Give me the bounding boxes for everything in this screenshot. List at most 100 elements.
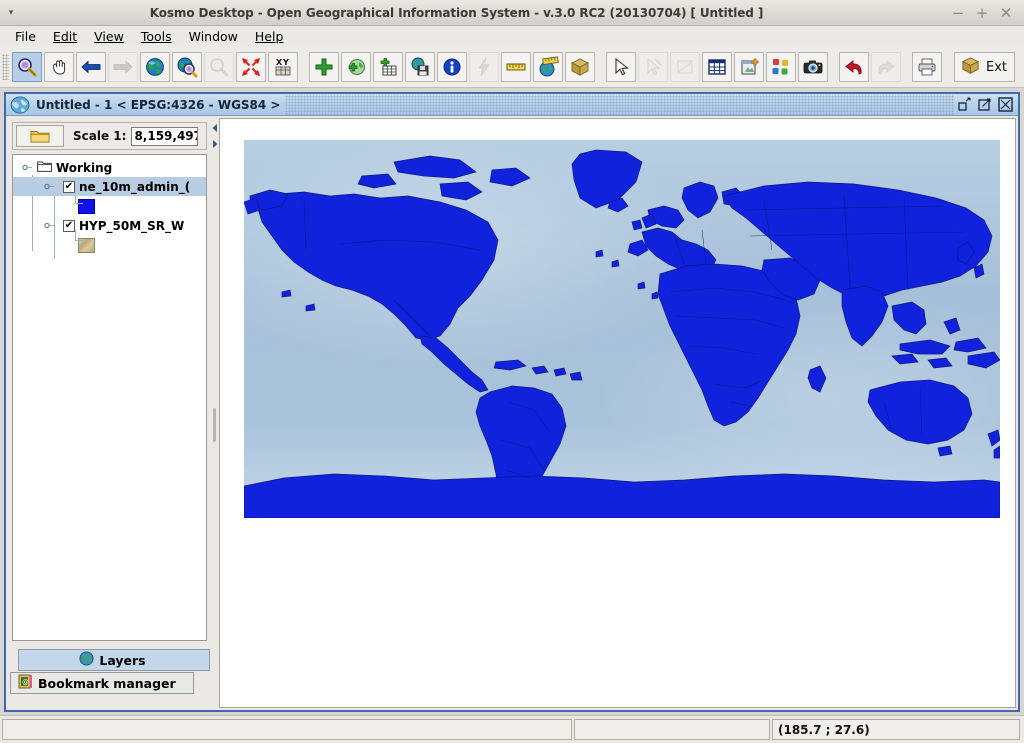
expand-handle-icon[interactable] (44, 181, 55, 192)
map-canvas[interactable] (244, 140, 1000, 518)
toolbar-grip[interactable] (2, 54, 9, 80)
expand-handle-icon[interactable] (22, 162, 33, 173)
package-3d-icon[interactable] (565, 52, 595, 82)
tree-connector (75, 240, 83, 241)
forward-arrow-icon (108, 52, 138, 82)
side-panel-tabs: @ Bookmark manager Layers (10, 645, 210, 707)
menu-edit[interactable]: Edit (45, 27, 86, 46)
world-countries-svg (244, 149, 1000, 518)
pan-hand-icon[interactable] (44, 52, 74, 82)
undo-icon[interactable] (839, 52, 869, 82)
folder-icon[interactable] (16, 125, 64, 147)
lightning-icon (469, 52, 499, 82)
menu-help[interactable]: Help (247, 27, 293, 46)
layer-tree-panel[interactable]: Working ✔ ne_10m_admin_(✔ HYP_50M_SR_W (12, 154, 207, 641)
add-layer-icon[interactable] (309, 52, 339, 82)
tree-node-label: Working (56, 160, 113, 175)
tab-bookmark-manager[interactable]: @ Bookmark manager (10, 672, 194, 694)
info-icon[interactable] (437, 52, 467, 82)
measure-area-icon[interactable] (533, 52, 563, 82)
select-cursor-icon[interactable] (606, 52, 636, 82)
map-internal-frame: Untitled - 1 < EPSG:4326 - WGS84 > Scale… (4, 92, 1020, 712)
expand-handle-icon[interactable] (44, 220, 55, 231)
zoom-fit-icon[interactable] (236, 52, 266, 82)
save-layer-icon[interactable] (405, 52, 435, 82)
window-titlebar: ▾ Kosmo Desktop - Open Geographical Info… (0, 0, 1024, 26)
internal-frame-title: Untitled - 1 < EPSG:4326 - WGS84 > (36, 97, 281, 112)
tree-node-style-swatch[interactable] (13, 235, 206, 255)
style-swatch-blue (78, 198, 95, 214)
menu-file-label: File (15, 29, 36, 44)
titlebar-texture (284, 94, 954, 115)
mdi-desktop: Untitled - 1 < EPSG:4326 - WGS84 > Scale… (0, 88, 1024, 715)
scale-input[interactable]: 8,159,497 (131, 126, 199, 146)
attribute-table-icon[interactable] (702, 52, 732, 82)
status-coordinates: (185.7 ; 27.6) (772, 719, 1020, 740)
menu-help-label: Help (254, 29, 284, 44)
goto-xy-icon[interactable]: X Y (268, 52, 298, 82)
internal-frame-controls (958, 97, 1018, 112)
menu-file[interactable]: File (7, 27, 45, 46)
camera-snapshot-icon[interactable] (798, 52, 828, 82)
tab-label: Bookmark manager (38, 675, 176, 691)
menu-window-label: Window (188, 29, 238, 44)
maximize-icon[interactable] (978, 97, 993, 112)
bookmark-icon: @ (18, 674, 33, 692)
menu-view[interactable]: View (86, 27, 133, 46)
ext-button[interactable]: Ext (954, 52, 1016, 82)
divider-grip[interactable] (213, 408, 216, 442)
window-title: Kosmo Desktop - Open Geographical Inform… (149, 5, 764, 20)
internal-frame-body: Scale 1: 8,159,497 Working ✔ ne_10m_admi… (6, 116, 1018, 710)
deselect-cursor-icon (638, 52, 668, 82)
redo-icon (871, 52, 901, 82)
measure-ruler-icon[interactable] (501, 52, 531, 82)
zoom-in-icon[interactable] (12, 52, 42, 82)
minimize-icon[interactable]: − (951, 3, 965, 23)
statusbar: (185.7 ; 27.6) (0, 715, 1024, 743)
svg-text:@: @ (22, 678, 29, 686)
layer-visibility-checkbox[interactable]: ✔ (63, 180, 75, 193)
menu-window[interactable]: Window (181, 27, 247, 46)
tree-node-label: ne_10m_admin_( (79, 179, 191, 194)
window-controls: − + ✕ (951, 3, 1024, 23)
menu-tools[interactable]: Tools (133, 27, 181, 46)
status-message-left (2, 719, 572, 740)
symbology-icon[interactable] (766, 52, 796, 82)
maximize-icon[interactable]: + (975, 3, 989, 23)
close-icon[interactable] (998, 97, 1013, 112)
menu-edit-label: Edit (52, 29, 78, 44)
print-icon[interactable] (912, 52, 942, 82)
menubar: File Edit View Tools Window Help (0, 26, 1024, 47)
main-toolbar: X Y Ext (0, 47, 1024, 88)
menu-view-label: View (94, 29, 124, 44)
globe-icon (7, 95, 33, 115)
add-table-icon[interactable] (373, 52, 403, 82)
tree-node-working[interactable]: Working (13, 158, 206, 177)
close-icon[interactable]: ✕ (999, 3, 1013, 23)
folder-open-icon (37, 160, 52, 176)
svg-text:Y: Y (282, 58, 289, 67)
svg-text:X: X (276, 58, 283, 67)
back-arrow-icon[interactable] (76, 52, 106, 82)
zoom-layer-icon[interactable] (172, 52, 202, 82)
tree-node-label: HYP_50M_SR_W (79, 218, 185, 233)
tab-layers[interactable]: Layers (18, 649, 210, 671)
internal-frame-titlebar: Untitled - 1 < EPSG:4326 - WGS84 > (6, 94, 1018, 116)
ext-button-label: Ext (986, 59, 1008, 75)
split-pane-divider[interactable] (211, 118, 219, 708)
land-layer (244, 140, 1000, 518)
status-message-middle (574, 719, 770, 740)
tree-node-ne-10m-admin[interactable]: ✔ ne_10m_admin_( (13, 177, 206, 196)
restore-icon[interactable] (958, 97, 973, 112)
edit-geometry-icon (670, 52, 700, 82)
divider-collapse-arrows[interactable] (211, 122, 219, 160)
new-view-icon[interactable] (734, 52, 764, 82)
layer-tree: Working ✔ ne_10m_admin_(✔ HYP_50M_SR_W (13, 155, 206, 259)
add-wms-layer-icon[interactable] (341, 52, 371, 82)
map-view-panel[interactable] (219, 118, 1016, 708)
zoom-full-extent-icon[interactable] (140, 52, 170, 82)
menu-tools-label: Tools (140, 29, 172, 44)
tree-node-hyp-50m[interactable]: ✔ HYP_50M_SR_W (13, 216, 206, 235)
layer-visibility-checkbox[interactable]: ✔ (63, 219, 75, 232)
tree-node-style-swatch[interactable] (13, 196, 206, 216)
